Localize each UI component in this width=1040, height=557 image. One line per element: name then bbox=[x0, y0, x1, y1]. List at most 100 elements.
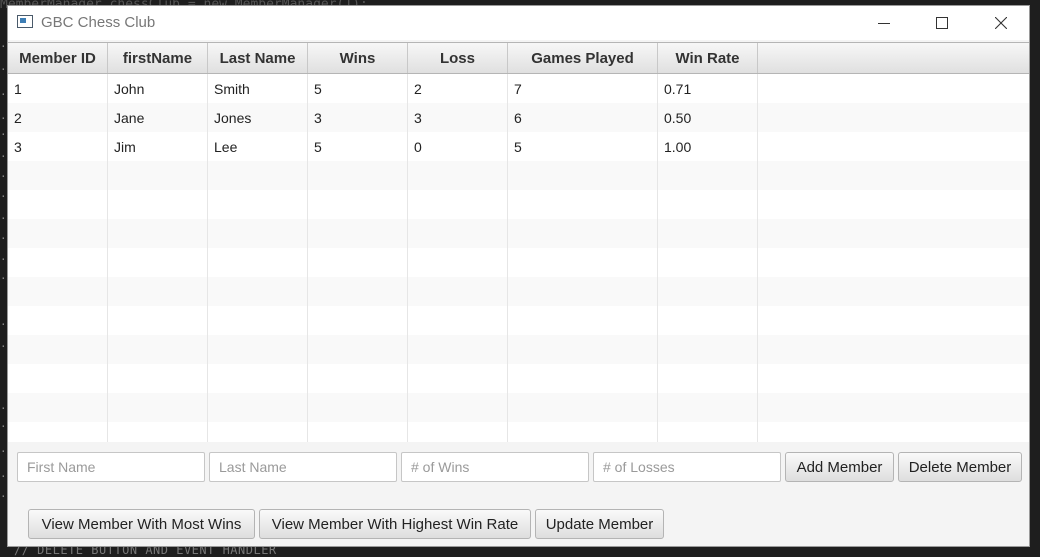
table-cell bbox=[408, 219, 508, 248]
table-cell bbox=[208, 422, 308, 442]
table-cell bbox=[108, 161, 208, 190]
delete-member-button[interactable]: Delete Member bbox=[898, 452, 1022, 482]
window-app-icon bbox=[17, 15, 33, 28]
table-cell bbox=[308, 219, 408, 248]
table-cell bbox=[658, 161, 758, 190]
minimize-button[interactable] bbox=[861, 6, 907, 40]
first-name-field[interactable] bbox=[17, 452, 205, 482]
table-cell: 2 bbox=[408, 74, 508, 103]
table-cell bbox=[8, 393, 108, 422]
table-cell bbox=[408, 364, 508, 393]
table-cell bbox=[108, 364, 208, 393]
last-name-field[interactable] bbox=[209, 452, 397, 482]
table-cell bbox=[308, 161, 408, 190]
table-cell bbox=[658, 422, 758, 442]
table-row[interactable]: 2 Jane Jones 3 3 6 0.50 bbox=[8, 103, 1029, 132]
empty-table-row bbox=[8, 422, 1029, 442]
table-cell bbox=[658, 393, 758, 422]
table-cell bbox=[8, 335, 108, 364]
table-cell bbox=[308, 277, 408, 306]
controls-panel: Add Member Delete Member View Member Wit… bbox=[8, 442, 1029, 546]
table-cell bbox=[658, 219, 758, 248]
table-cell bbox=[308, 422, 408, 442]
background-gutter-mark: · bbox=[0, 112, 7, 125]
row-filler bbox=[758, 132, 1029, 161]
column-header[interactable]: Member ID bbox=[8, 43, 108, 73]
background-gutter-mark: · bbox=[0, 470, 7, 483]
table-header: Member ID firstName Last Name Wins Loss Games… bbox=[8, 43, 1029, 74]
view-most-wins-button[interactable]: View Member With Most Wins bbox=[28, 509, 255, 539]
table-cell bbox=[108, 335, 208, 364]
table-cell bbox=[508, 277, 658, 306]
background-gutter-mark: · bbox=[0, 212, 7, 225]
table-cell bbox=[108, 277, 208, 306]
view-highest-win-rate-button[interactable]: View Member With Highest Win Rate bbox=[259, 509, 531, 539]
table-cell bbox=[408, 422, 508, 442]
table-cell: Jones bbox=[208, 103, 308, 132]
row-filler bbox=[758, 219, 1029, 248]
table-cell bbox=[108, 219, 208, 248]
table-cell: 5 bbox=[308, 74, 408, 103]
background-gutter-mark: · bbox=[0, 340, 7, 353]
table-cell bbox=[208, 248, 308, 277]
table-row[interactable]: 1 John Smith 5 2 7 0.71 bbox=[8, 74, 1029, 103]
table-cell bbox=[8, 364, 108, 393]
background-gutter-mark: · bbox=[0, 88, 7, 101]
table-cell bbox=[658, 364, 758, 393]
empty-table-row bbox=[8, 277, 1029, 306]
background-gutter-mark: · bbox=[0, 40, 7, 53]
table-cell bbox=[408, 161, 508, 190]
table-cell bbox=[208, 161, 308, 190]
table-cell bbox=[108, 190, 208, 219]
background-gutter-mark: · bbox=[0, 318, 7, 331]
row-filler bbox=[758, 190, 1029, 219]
column-header[interactable]: firstName bbox=[108, 43, 208, 73]
close-icon bbox=[995, 17, 1007, 29]
table-cell bbox=[208, 393, 308, 422]
table-cell bbox=[8, 277, 108, 306]
table-cell: 6 bbox=[508, 103, 658, 132]
table-cell bbox=[308, 335, 408, 364]
maximize-button[interactable] bbox=[919, 6, 965, 40]
row-filler bbox=[758, 393, 1029, 422]
table-cell bbox=[308, 248, 408, 277]
row-filler bbox=[758, 422, 1029, 442]
table-cell bbox=[308, 306, 408, 335]
background-gutter-mark: · bbox=[0, 420, 7, 433]
row-filler bbox=[758, 335, 1029, 364]
row-filler bbox=[758, 277, 1029, 306]
table-cell: Lee bbox=[208, 132, 308, 161]
table-cell bbox=[308, 364, 408, 393]
column-header[interactable]: Last Name bbox=[208, 43, 308, 73]
update-member-button[interactable]: Update Member bbox=[535, 509, 664, 539]
losses-field[interactable] bbox=[593, 452, 781, 482]
add-member-button[interactable]: Add Member bbox=[785, 452, 894, 482]
table-cell bbox=[208, 190, 308, 219]
table-cell bbox=[408, 393, 508, 422]
table-row[interactable]: 3 Jim Lee 5 0 5 1.00 bbox=[8, 132, 1029, 161]
background-gutter-mark: · bbox=[0, 490, 7, 503]
column-header[interactable]: Win Rate bbox=[658, 43, 758, 73]
background-gutter-mark: · bbox=[0, 445, 7, 458]
table-cell bbox=[108, 422, 208, 442]
table-cell: 1 bbox=[8, 74, 108, 103]
table-cell: Jane bbox=[108, 103, 208, 132]
table-cell: 3 bbox=[8, 132, 108, 161]
table-cell: John bbox=[108, 74, 208, 103]
table-cell bbox=[508, 422, 658, 442]
window-title: GBC Chess Club bbox=[41, 14, 156, 31]
table-cell bbox=[8, 422, 108, 442]
empty-table-row bbox=[8, 364, 1029, 393]
close-button[interactable] bbox=[978, 6, 1024, 40]
table-cell bbox=[208, 335, 308, 364]
wins-field[interactable] bbox=[401, 452, 589, 482]
minimize-icon bbox=[878, 23, 890, 24]
title-bar[interactable]: GBC Chess Club bbox=[8, 6, 1029, 40]
column-header[interactable]: Loss bbox=[408, 43, 508, 73]
column-header[interactable]: Games Played bbox=[508, 43, 658, 73]
table-cell bbox=[508, 248, 658, 277]
column-header[interactable]: Wins bbox=[308, 43, 408, 73]
table-cell bbox=[408, 248, 508, 277]
members-table[interactable]: Member ID firstName Last Name Wins Loss Games… bbox=[8, 42, 1029, 442]
empty-table-row bbox=[8, 306, 1029, 335]
